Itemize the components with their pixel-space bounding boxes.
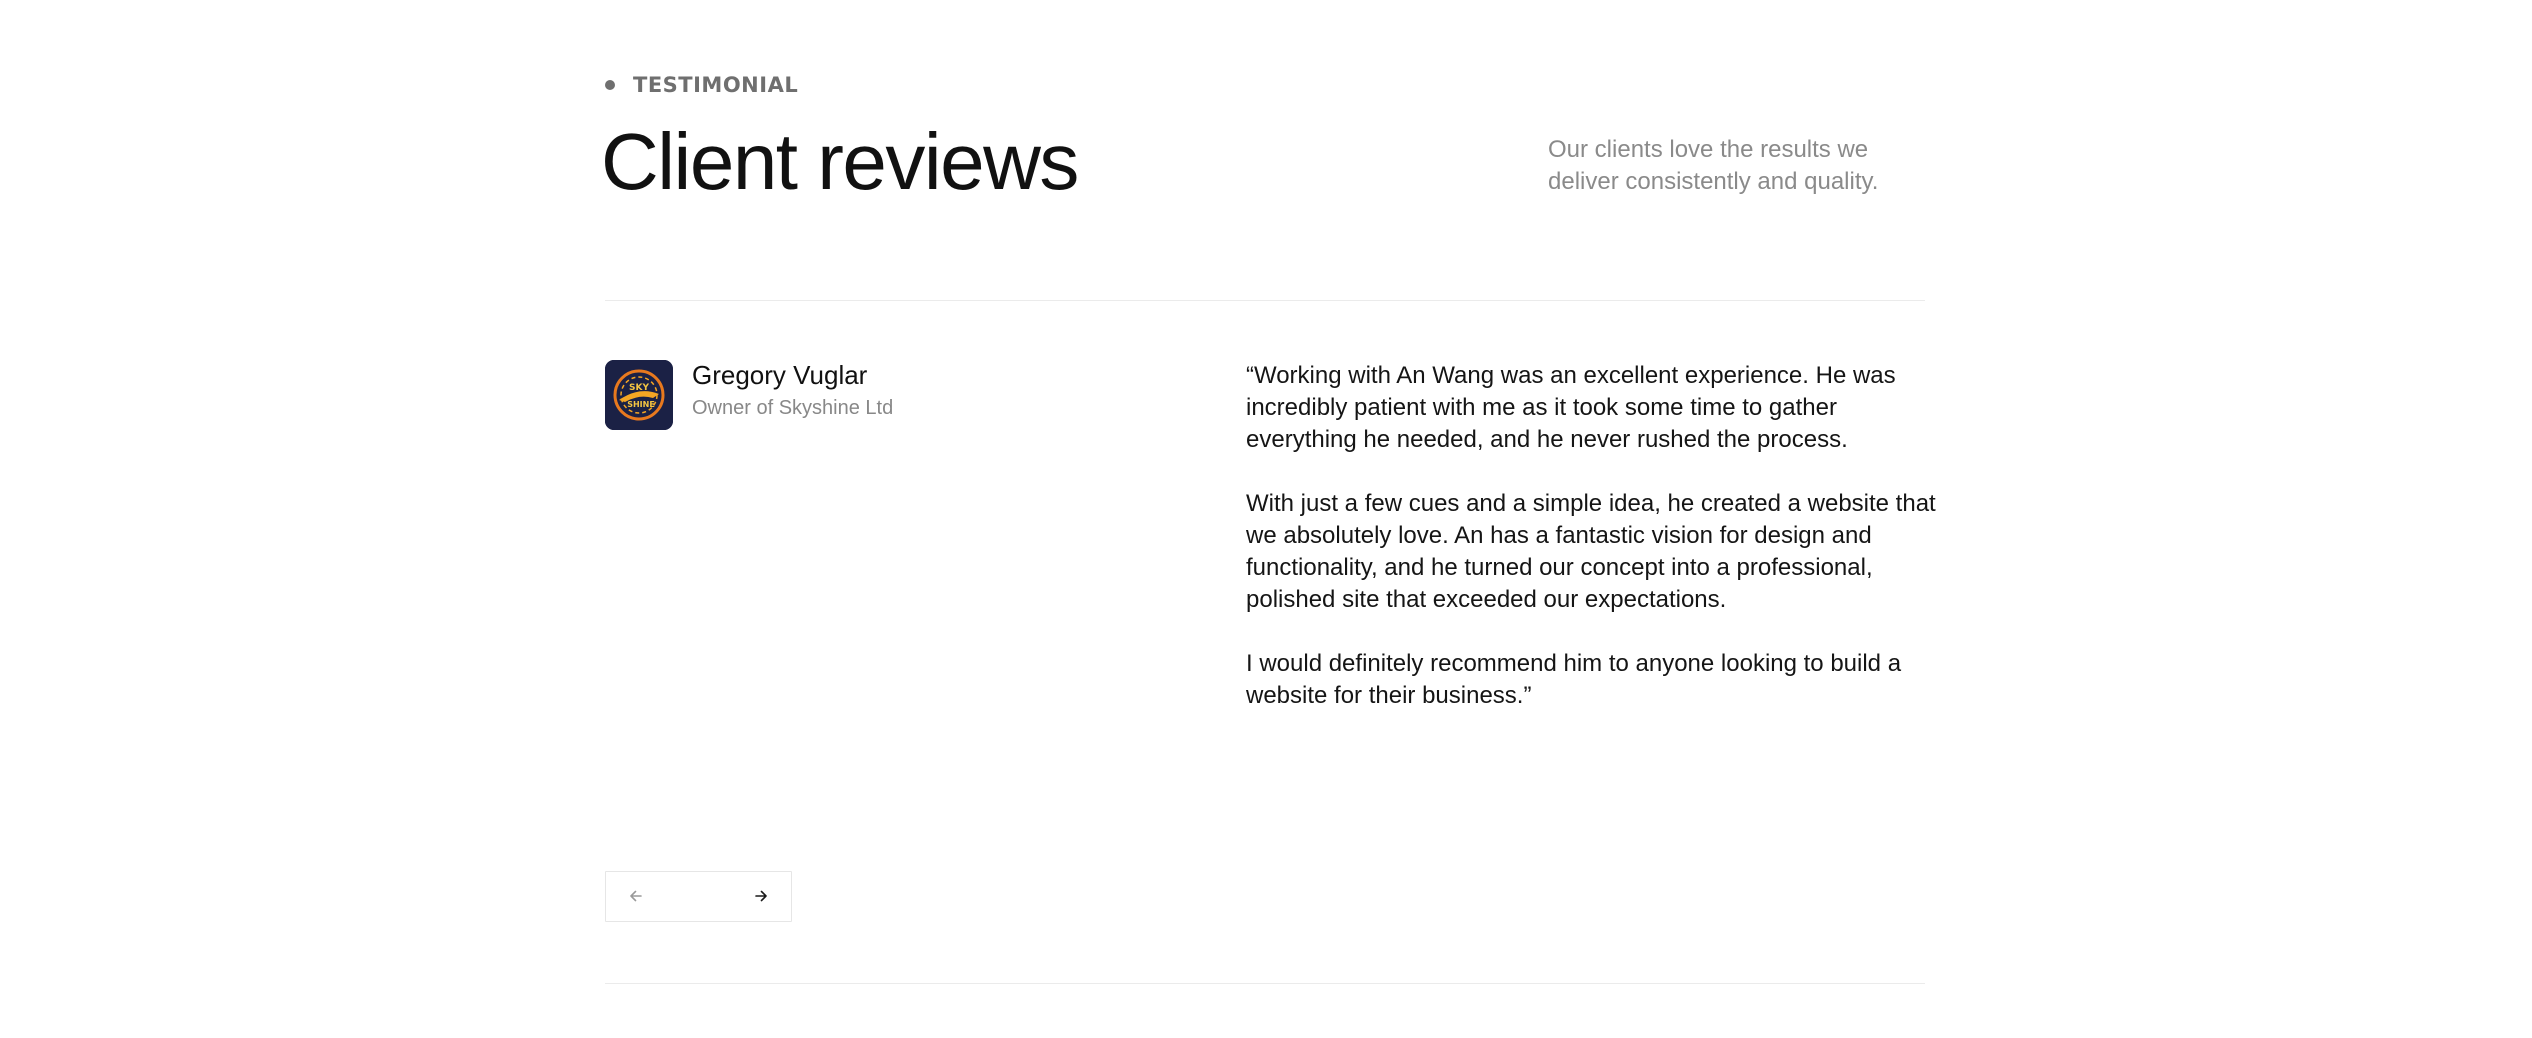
eyebrow-label: TESTIMONIAL [633,73,799,97]
avatar: SKY SHINE [605,360,673,430]
section-intro: Our clients love the results we deliver … [1548,136,1879,195]
slider-nav [605,871,792,922]
reviewer-card: SKY SHINE Gregory Vuglar Owner of Skyshi… [605,360,893,430]
section-eyebrow: TESTIMONIAL [605,72,798,98]
top-divider [605,300,1925,301]
svg-text:SKY: SKY [629,383,649,393]
arrow-left-icon [630,890,642,902]
quote-paragraph: With just a few cues and a simple idea, … [1246,490,1936,613]
svg-text:SHINE: SHINE [627,400,655,409]
bottom-divider [605,983,1925,984]
quote-paragraph: “Working with An Wang was an excellent e… [1246,362,1896,453]
arrow-right-icon [755,890,767,902]
reviewer-name: Gregory Vuglar [692,360,868,390]
bullet-dot-icon [605,80,615,90]
previous-button[interactable] [606,872,666,920]
reviewer-info: Gregory Vuglar Owner of Skyshine Ltd [692,360,893,421]
testimonial-section: TESTIMONIAL Client reviews Our clients l… [601,0,1936,1038]
page-title: Client reviews [601,117,1079,206]
skyshine-logo-icon: SKY SHINE [605,360,673,430]
next-button[interactable] [731,872,791,920]
quote-paragraph: I would definitely recommend him to anyo… [1246,650,1902,709]
reviewer-role: Owner of Skyshine Ltd [692,397,894,419]
review-quote: “Working with An Wang was an excellent e… [1246,360,1936,744]
